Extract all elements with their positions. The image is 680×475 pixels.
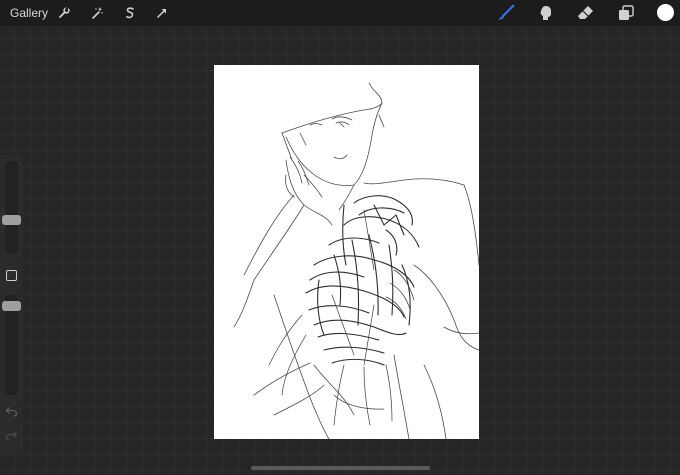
brush-icon [498,4,515,20]
redo-icon[interactable] [5,429,18,441]
transform-arrow-icon [157,9,166,18]
selection-icon[interactable] [121,4,139,22]
brush-size-slider[interactable] [2,215,21,225]
actions-wrench-icon[interactable] [55,4,73,22]
eraser-icon [578,6,593,19]
smudge-icon [540,6,551,20]
brush-size-track[interactable] [5,161,18,253]
top-toolbar: Gallery [0,0,680,26]
transform-icon[interactable] [153,4,171,22]
sketch-drawing [233,82,479,439]
color-picker-button[interactable] [657,4,674,21]
drawing-canvas[interactable] [214,65,479,439]
eraser-tool-button[interactable] [577,4,595,22]
opacity-slider[interactable] [2,301,21,311]
smudge-tool-button[interactable] [537,4,555,22]
gallery-button[interactable]: Gallery [10,5,48,21]
selection-s-icon [125,7,134,19]
layers-button[interactable] [617,4,635,22]
adjustments-wand-icon[interactable] [88,4,106,22]
wrench-icon [59,6,70,18]
modify-button[interactable] [6,270,17,281]
layers-icon [619,5,634,20]
magic-wand-icon [92,7,103,19]
brush-tool-button[interactable] [497,4,515,22]
home-indicator [251,466,430,470]
left-sidebar [0,155,23,455]
undo-icon[interactable] [5,405,18,417]
